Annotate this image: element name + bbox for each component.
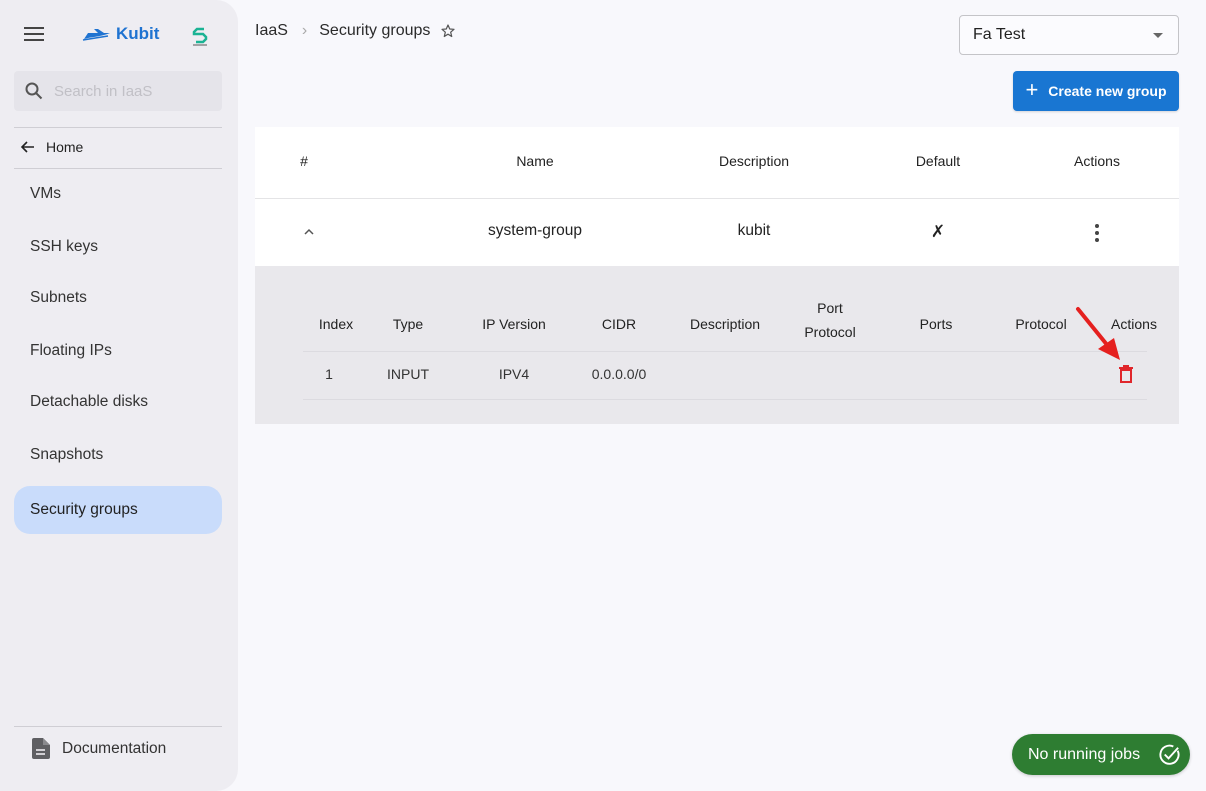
plus-icon: +: [1025, 77, 1039, 102]
documentation-link[interactable]: Documentation: [32, 738, 166, 759]
create-new-group-label: Create new group: [1048, 83, 1167, 99]
create-new-group-button[interactable]: + Create new group: [1013, 71, 1179, 111]
search-icon: [25, 82, 43, 100]
security-groups-table: # Name Description Default Actions syste…: [255, 127, 1179, 266]
column-header-index: #: [300, 153, 308, 169]
delete-icon[interactable]: [1119, 365, 1133, 383]
boat-icon: [82, 29, 110, 41]
column-header-description: Description: [718, 153, 790, 169]
chevron-right-icon: ›: [301, 22, 308, 39]
rules-column-index: Index: [318, 316, 354, 332]
rules-column-type: Type: [392, 316, 424, 332]
sidebar-item-label: Floating IPs: [30, 342, 112, 359]
breadcrumb: IaaS › Security groups: [255, 22, 456, 40]
document-icon: [32, 738, 50, 759]
breadcrumb-root[interactable]: IaaS: [255, 22, 288, 40]
column-header-name: Name: [516, 153, 554, 169]
rules-column-port-protocol: Port Protocol: [804, 296, 855, 344]
arrow-left-icon: [20, 141, 34, 153]
rule-ip-version: IPV4: [498, 366, 530, 382]
star-icon[interactable]: [440, 23, 456, 39]
sidebar-item-label: VMs: [30, 185, 61, 202]
sidebar-item-label: Security groups: [30, 501, 138, 518]
rule-cidr: 0.0.0.0/0: [591, 366, 647, 382]
divider: [14, 168, 222, 169]
sidebar-item-snapshots[interactable]: Snapshots: [14, 432, 222, 478]
sidebar-item-label: Subnets: [30, 289, 87, 306]
table-header: # Name Description Default Actions: [255, 127, 1179, 199]
rule-index: 1: [325, 366, 333, 382]
sidebar: Kubit Home VMs SSH keys Subnets Floating…: [0, 0, 238, 791]
rules-column-ports: Ports: [919, 316, 953, 332]
rules-column-cidr: CIDR: [601, 316, 637, 332]
port-protocol-line1: Port: [817, 300, 843, 316]
rules-column-protocol: Protocol: [1015, 316, 1067, 332]
sidebar-item-label: Snapshots: [30, 446, 104, 463]
rules-panel: Index Type IP Version CIDR Description P…: [255, 266, 1179, 424]
sidebar-header: Kubit: [0, 20, 238, 50]
rules-column-description: Description: [689, 316, 761, 332]
running-jobs-status[interactable]: No running jobs: [1012, 734, 1190, 775]
search-input[interactable]: [54, 82, 204, 100]
search-field[interactable]: [14, 71, 222, 111]
column-header-default: Default: [915, 153, 961, 169]
documentation-label: Documentation: [62, 739, 167, 757]
rule-row: 1 INPUT IPV4 0.0.0.0/0: [303, 352, 1147, 400]
sidebar-item-label: Detachable disks: [30, 393, 149, 410]
port-protocol-line2: Protocol: [804, 324, 856, 340]
home-link[interactable]: Home: [20, 136, 83, 158]
group-description: kubit: [737, 222, 771, 239]
rules-column-ip-version: IP Version: [482, 316, 546, 332]
rules-table-header: Index Type IP Version CIDR Description P…: [303, 296, 1157, 352]
sidebar-item-security-groups[interactable]: Security groups: [14, 486, 222, 534]
project-select[interactable]: Fa Test: [959, 15, 1179, 55]
rule-type: INPUT: [387, 366, 429, 382]
divider: [14, 127, 222, 128]
kubit-logo[interactable]: Kubit: [82, 22, 159, 46]
divider: [14, 726, 222, 727]
check-circle-icon: [1159, 744, 1180, 765]
menu-icon[interactable]: [24, 27, 44, 43]
sidebar-item-label: SSH keys: [30, 238, 99, 255]
project-select-value: Fa Test: [973, 26, 1026, 43]
breadcrumb-current: Security groups: [319, 22, 431, 39]
default-value: ✗: [930, 222, 946, 241]
partner-logo-icon: [192, 27, 208, 46]
home-label: Home: [46, 139, 84, 155]
jobs-label: No running jobs: [1028, 745, 1141, 763]
more-options-icon[interactable]: [1095, 224, 1099, 245]
rules-column-actions: Actions: [1111, 316, 1157, 332]
chevron-up-icon[interactable]: [303, 226, 315, 238]
sidebar-item-ssh-keys[interactable]: SSH keys: [14, 224, 222, 270]
sidebar-item-vms[interactable]: VMs: [14, 171, 222, 217]
sidebar-item-floating-ips[interactable]: Floating IPs: [14, 328, 222, 374]
column-header-actions: Actions: [1074, 153, 1120, 169]
caret-down-icon: [1153, 33, 1163, 38]
table-row: system-group kubit ✗: [255, 199, 1179, 266]
sidebar-item-detachable-disks[interactable]: Detachable disks: [14, 379, 222, 425]
brand-name: Kubit: [116, 24, 160, 43]
sidebar-item-subnets[interactable]: Subnets: [14, 275, 222, 321]
group-name: system-group: [488, 222, 582, 239]
